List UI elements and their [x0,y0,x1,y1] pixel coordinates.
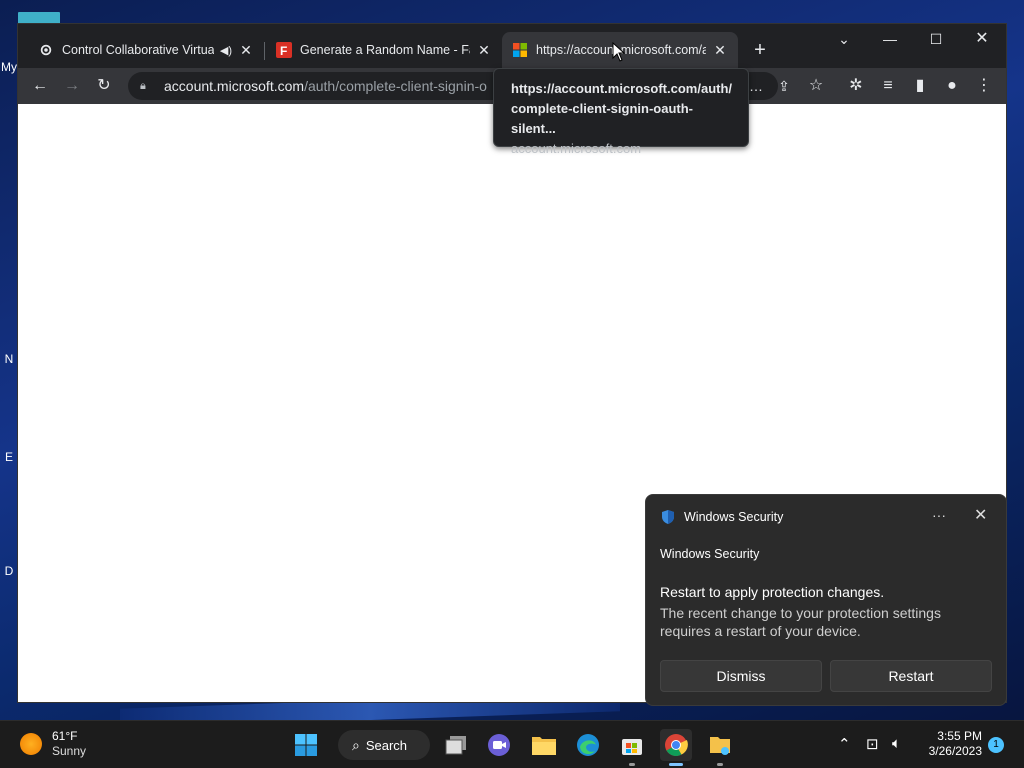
desktop-icon-label[interactable]: E [0,450,18,464]
active-app-indicator [669,763,683,766]
desktop-icon-label[interactable]: N [0,352,18,366]
url-host: account.microsoft.com [164,78,305,94]
close-icon[interactable]: ✕ [712,42,728,58]
notification-body: The recent change to your protection set… [660,605,941,639]
close-icon[interactable]: ✕ [476,42,492,58]
mouse-cursor-icon [612,42,626,62]
running-app-indicator [717,763,723,766]
windows-logo-icon [295,734,317,756]
file-manager-button[interactable] [704,729,736,761]
notification-title: Restart to apply protection changes. [660,584,885,600]
show-hidden-icons-chevron-icon[interactable]: ⌃ [838,735,851,753]
teams-chat-button[interactable] [483,729,515,761]
taskbar-search[interactable]: ⌕ Search [338,730,430,760]
search-label: Search [365,737,408,753]
tooltip-url: https://account.microsoft.com/auth/ comp… [511,81,733,136]
tab-random-name[interactable]: F Generate a Random Name - Fake ✕ [266,32,502,68]
tab-separator [264,42,265,60]
store-bag-icon [622,739,642,755]
clock-time: 3:55 PM [937,729,982,743]
url-path: /auth/complete-client-signin-o [304,78,487,94]
task-view-icon [445,736,466,755]
tab-title: Control Collaborative Virtual [62,43,214,57]
desktop-icon-label[interactable]: My [0,60,18,74]
close-icon[interactable]: ✕ [238,42,254,58]
weather-condition: Sunny [52,744,87,758]
shield-icon [662,510,674,524]
forward-arrow-icon[interactable]: → [60,74,84,98]
svg-text:F: F [280,44,287,58]
microsoft-icon [512,42,528,58]
extensions-puzzle-icon[interactable]: ✲ [844,74,868,98]
network-icon[interactable]: ⊡ [866,735,879,753]
sun-icon [20,733,42,755]
notification-header: Windows Security [660,509,783,525]
edge-icon [577,734,599,756]
share-icon[interactable]: ⇪ [772,74,796,98]
file-explorer-button[interactable] [528,729,560,761]
tab-search-chevron-icon[interactable]: ⌄ [822,28,866,50]
media-control-icon[interactable]: ≡ [876,74,900,98]
minimize-button[interactable]: — [868,28,912,50]
tab-hover-tooltip: https://account.microsoft.com/auth/ comp… [493,68,749,156]
tooltip-domain: account.microsoft.com [511,141,642,156]
star-bookmark-icon[interactable]: ☆ [804,74,828,98]
tab-control-collaborative[interactable]: Control Collaborative Virtual ◀) ✕ [28,32,264,68]
weather-widget[interactable]: 61°F Sunny [20,729,86,759]
kebab-menu-icon[interactable]: ⋮ [972,74,996,98]
system-clock[interactable]: 3:55 PM 3/26/2023 [920,729,982,759]
taskbar: 61°F Sunny ⌕ Search ⌃ ⊡ 🔈︎ 3:55 PM 3/26/… [0,720,1024,768]
folder-icon [532,737,556,755]
store-button[interactable] [616,729,648,761]
edge-button[interactable] [572,729,604,761]
folder-cloud-icon [710,737,730,755]
running-app-indicator [629,763,635,766]
back-arrow-icon[interactable]: ← [28,74,52,98]
volume-icon[interactable]: 🔈︎ [892,735,901,752]
search-icon: ⌕ [352,736,360,753]
settings-icon [38,42,54,58]
tab-strip: Control Collaborative Virtual ◀) ✕ F Gen… [18,24,1006,68]
more-options-icon[interactable]: ··· [932,507,946,523]
lock-icon[interactable]: 🔒︎ [140,80,154,93]
restart-button[interactable]: Restart [830,660,992,692]
window-close-button[interactable]: ✕ [960,28,1004,50]
tab-title: Generate a Random Name - Fake [300,43,470,57]
clock-date: 3/26/2023 [928,744,982,758]
windows-security-notification[interactable]: Windows Security ··· ✕ Windows Security … [645,494,1007,706]
task-view-button[interactable] [440,729,472,761]
close-icon[interactable]: ✕ [974,505,987,525]
maximize-button[interactable]: ☐ [914,28,958,50]
side-panel-icon[interactable]: ▮ [908,74,932,98]
start-button[interactable] [290,729,322,761]
desktop-icon-label[interactable]: D [0,564,18,578]
fakename-f-icon: F [276,42,292,58]
notification-header-title: Windows Security [684,510,784,524]
dismiss-button[interactable]: Dismiss [660,660,822,692]
reload-icon[interactable]: ↻ [92,74,116,98]
chat-camera-icon [488,734,510,756]
profile-avatar-icon[interactable]: ● [940,74,964,98]
chrome-icon [665,734,688,756]
weather-temp: 61°F [52,729,78,743]
notification-app-name: Windows Security [660,547,760,561]
chrome-button[interactable] [660,729,692,761]
notification-count-badge[interactable]: 1 [988,737,1004,753]
new-tab-button[interactable]: + [748,38,772,62]
speaker-icon[interactable]: ◀) [220,44,232,57]
